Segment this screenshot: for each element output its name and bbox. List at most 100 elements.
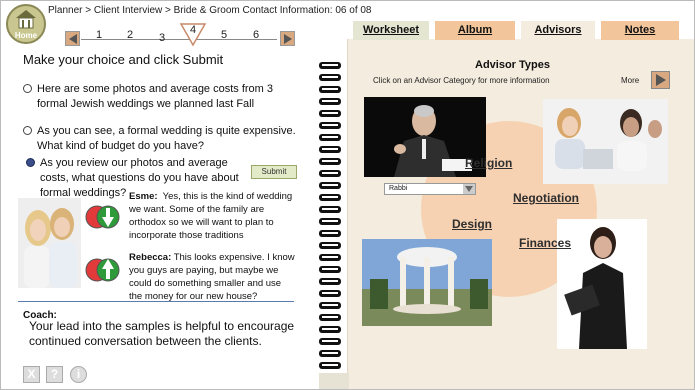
- arrow-right-icon: [656, 74, 666, 86]
- page-5[interactable]: 5: [221, 29, 227, 41]
- more-button[interactable]: [651, 71, 670, 89]
- spiral-ring: [319, 350, 341, 357]
- spiral-ring: [319, 86, 341, 93]
- spiral-ring: [319, 278, 341, 285]
- arrow-left-icon: [69, 34, 77, 44]
- spiral-ring: [319, 170, 341, 177]
- tab-album[interactable]: Album: [435, 21, 515, 40]
- negotiation-advisor-photo[interactable]: [543, 99, 668, 184]
- info-icon[interactable]: i: [70, 366, 87, 383]
- notebook-corner: [319, 373, 349, 389]
- option-1-radio[interactable]: [23, 84, 32, 93]
- section-divider: [18, 301, 294, 302]
- spiral-ring: [319, 110, 341, 117]
- advisor-types-title: Advisor Types: [475, 59, 550, 71]
- instruction-text: Make your choice and click Submit: [23, 52, 224, 67]
- spiral-ring: [319, 242, 341, 249]
- rebecca-line-3: could do something smaller and use: [129, 278, 282, 289]
- coach-feedback-text: Your lead into the samples is helpful to…: [29, 319, 295, 348]
- spiral-ring: [319, 230, 341, 237]
- current-page-number: 4: [189, 24, 197, 36]
- spiral-ring: [319, 182, 341, 189]
- page-6[interactable]: 6: [253, 29, 259, 41]
- page-navigator: 1 2 3 4 5 6: [61, 23, 297, 47]
- spiral-ring: [319, 122, 341, 129]
- spiral-ring: [319, 290, 341, 297]
- option-1[interactable]: Here are some photos and average costs f…: [23, 82, 313, 112]
- page-1[interactable]: 1: [96, 29, 102, 41]
- rebecca-response: Rebecca: This looks expensive. I know yo…: [129, 251, 295, 303]
- app-frame: Home Planner > Client Interview > Bride …: [0, 0, 695, 390]
- spiral-ring: [319, 338, 341, 345]
- category-religion-link[interactable]: Religion: [465, 156, 512, 170]
- spiral-ring: [319, 134, 341, 141]
- spiral-ring: [319, 266, 341, 273]
- tab-worksheet-label: Worksheet: [362, 24, 420, 36]
- option-2[interactable]: As you can see, a formal wedding is quit…: [23, 124, 313, 154]
- tab-notes-label: Notes: [624, 24, 656, 36]
- clients-photo: [18, 198, 81, 288]
- category-negotiation-link[interactable]: Negotiation: [513, 191, 579, 205]
- option-3-radio-selected[interactable]: [26, 158, 35, 167]
- home-button[interactable]: Home: [6, 4, 46, 44]
- spiral-ring: [319, 326, 341, 333]
- home-icon: [16, 10, 36, 29]
- tab-worksheet[interactable]: Worksheet: [353, 21, 429, 40]
- dropdown-toggle[interactable]: [463, 184, 475, 194]
- tab-advisors-label: Advisors: [534, 24, 582, 36]
- esme-name: Esme:: [129, 191, 158, 202]
- option-1-line-1: Here are some photos and average costs f…: [37, 83, 274, 95]
- spiral-ring: [319, 206, 341, 213]
- home-label: Home: [14, 31, 38, 40]
- rebecca-line-1: This looks expensive. I know: [173, 252, 295, 263]
- spiral-ring: [319, 158, 341, 165]
- prev-page-button[interactable]: [65, 31, 80, 46]
- category-finances-link[interactable]: Finances: [519, 236, 571, 250]
- advisor-types-subtitle: Click on an Advisor Category for more in…: [373, 76, 550, 85]
- arrow-right-icon: [284, 34, 292, 44]
- option-3-line-1: As you review our photos and average: [40, 157, 228, 169]
- page-2[interactable]: 2: [127, 29, 133, 41]
- tab-notes[interactable]: Notes: [601, 21, 679, 40]
- esme-response: Esme: Yes, this is the kind of wedding w…: [129, 190, 292, 242]
- option-3-line-2: costs, what questions do you have about: [40, 172, 239, 184]
- spiral-ring: [319, 194, 341, 201]
- next-page-button[interactable]: [280, 31, 295, 46]
- esme-line-3: orthodox so we will want to plan to: [129, 217, 274, 228]
- spiral-ring: [319, 218, 341, 225]
- spiral-ring: [319, 98, 341, 105]
- advisor-dropdown[interactable]: Rabbi: [384, 183, 476, 195]
- current-page-marker: 4: [179, 23, 207, 47]
- thumbs-down-status-icon: [85, 205, 120, 229]
- spiral-ring: [319, 362, 341, 369]
- notebook-spiral: [319, 61, 341, 371]
- spiral-ring: [319, 302, 341, 309]
- category-design-link[interactable]: Design: [452, 217, 492, 231]
- spiral-ring: [319, 314, 341, 321]
- esme-line-4: incorporate those traditions: [129, 230, 244, 241]
- submit-button[interactable]: Submit: [251, 165, 297, 179]
- design-advisor-photo[interactable]: [362, 239, 492, 326]
- tab-album-label: Album: [457, 24, 493, 36]
- option-1-line-2: formal Jewish weddings we planned last F…: [37, 98, 255, 110]
- spiral-ring: [319, 146, 341, 153]
- option-2-line-1: As you can see, a formal wedding is quit…: [37, 125, 296, 137]
- rebecca-name: Rebecca:: [129, 252, 172, 263]
- breadcrumb: Planner > Client Interview > Bride & Gro…: [48, 5, 372, 16]
- rebecca-line-2: you guys are paying, but maybe we: [129, 265, 279, 276]
- esme-line-1: Yes, this is the kind of wedding: [162, 191, 293, 202]
- chevron-down-icon: [465, 186, 473, 192]
- help-icon[interactable]: ?: [46, 366, 63, 383]
- spiral-ring: [319, 74, 341, 81]
- tab-advisors[interactable]: Advisors: [521, 21, 595, 40]
- more-label: More: [621, 76, 640, 85]
- close-icon[interactable]: X: [23, 366, 40, 383]
- advisor-dropdown-value: Rabbi: [389, 185, 408, 192]
- spiral-ring: [319, 254, 341, 261]
- thumbs-up-status-icon: [85, 258, 120, 282]
- page-3[interactable]: 3: [159, 32, 165, 44]
- option-2-line-2: What kind of budget do you have?: [37, 140, 204, 152]
- spiral-ring: [319, 62, 341, 69]
- option-2-radio[interactable]: [23, 126, 32, 135]
- esme-line-2: we want. Some of the family are: [129, 204, 265, 215]
